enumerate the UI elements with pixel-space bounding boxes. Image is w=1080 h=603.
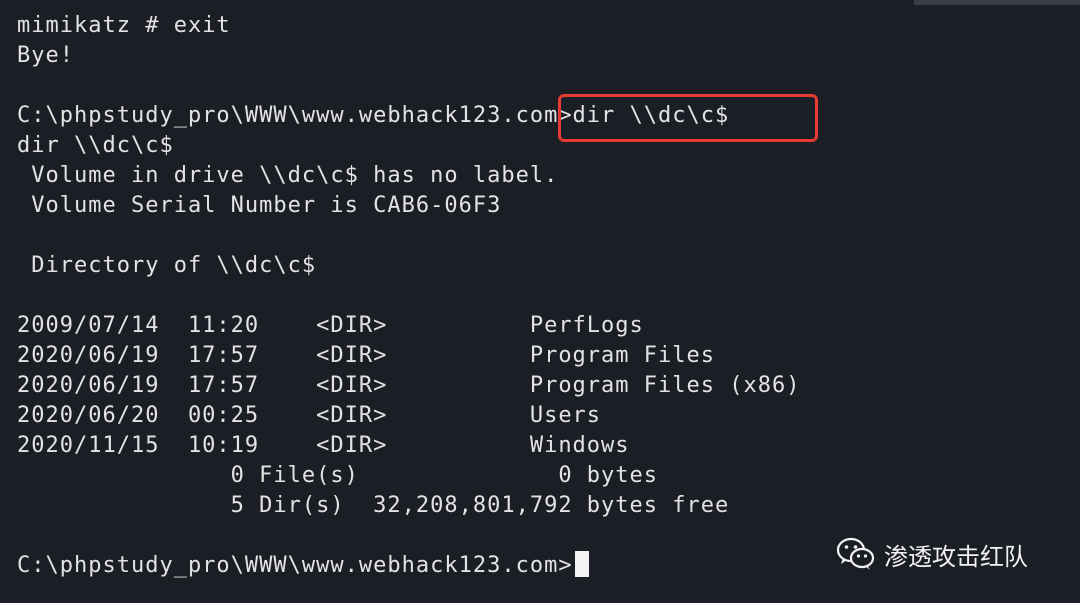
prompt-text: C:\phpstudy_pro\WWW\www.webhack123.com>	[17, 553, 573, 578]
wechat-icon	[836, 537, 875, 570]
terminal-line: Bye!	[17, 43, 74, 68]
terminal-line: dir \\dc\c$	[17, 133, 174, 158]
terminal-line: mimikatz # exit	[17, 13, 231, 38]
directory-entry: 2020/06/20 00:25 <DIR> Users	[17, 403, 602, 428]
terminal-window[interactable]: mimikatz # exit Bye! C:\phpstudy_pro\WWW…	[0, 0, 1080, 603]
directory-entry: 2020/11/15 10:19 <DIR> Windows	[17, 433, 630, 458]
terminal-line: Volume Serial Number is CAB6-06F3	[17, 193, 502, 218]
terminal-line: Directory of \\dc\c$	[17, 253, 317, 278]
directory-entry: 2009/07/14 11:20 <DIR> PerfLogs	[17, 313, 644, 338]
text-cursor	[574, 551, 589, 577]
directory-entry: 2020/06/19 17:57 <DIR> Program Files	[17, 343, 716, 368]
directory-entry: 2020/06/19 17:57 <DIR> Program Files (x8…	[17, 373, 801, 398]
watermark-text: 渗透攻击红队	[884, 542, 1028, 571]
summary-line: 5 Dir(s) 32,208,801,792 bytes free	[17, 493, 730, 518]
watermark: 渗透攻击红队	[836, 534, 1028, 574]
window-corner-strip	[914, 0, 1080, 5]
highlight-box	[558, 94, 818, 142]
terminal-line: Volume in drive \\dc\c$ has no label.	[17, 163, 559, 188]
summary-line: 0 File(s) 0 bytes	[17, 463, 659, 488]
prompt-line[interactable]: C:\phpstudy_pro\WWW\www.webhack123.com>	[17, 551, 589, 581]
